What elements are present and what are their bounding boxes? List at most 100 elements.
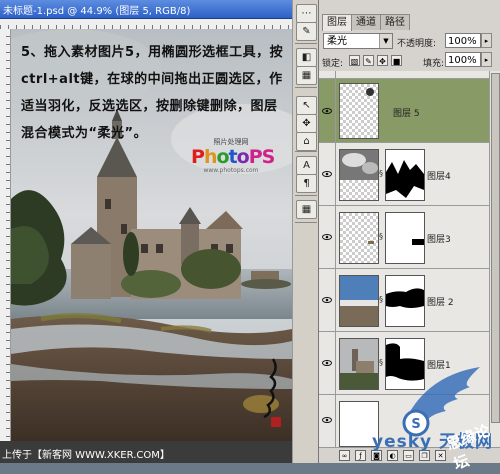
eye-icon — [322, 417, 332, 423]
layer5-thumbnail-art — [366, 88, 374, 96]
stamp-icon[interactable]: ⌂ — [296, 132, 317, 151]
opacity-label: 不透明度: — [397, 39, 437, 49]
link-icon: § — [379, 358, 383, 367]
tutorial-instruction-text: 5、拖入素材图片5，用椭圆形选框工具，按ctrl+alt键，在球的中间拖出正圆选… — [21, 45, 284, 141]
layer-mask[interactable] — [385, 338, 425, 390]
layer-row-layer2[interactable]: § 图层 2 — [319, 269, 489, 332]
tool-divider — [295, 43, 317, 44]
layer-thumbnail — [339, 212, 379, 264]
visibility-toggle[interactable] — [319, 269, 336, 331]
text-icon[interactable]: A — [296, 156, 317, 175]
layer-list-scrollbar[interactable] — [489, 71, 500, 447]
layer-name[interactable]: 图层3 — [427, 232, 451, 245]
layer3-mask-art — [412, 239, 424, 245]
blend-mode-select[interactable]: 柔光 ▼ — [323, 33, 393, 49]
photops-logo: 照片处理网 PhotoPS www.photops.com — [191, 137, 275, 174]
link-icon: § — [379, 232, 383, 241]
eye-icon — [322, 171, 332, 177]
eye-icon — [322, 108, 332, 114]
document-canvas[interactable]: 5、拖入素材图片5，用椭圆形选框工具，按ctrl+alt键，在球的中间拖出正圆选… — [11, 29, 292, 441]
paragraph-icon[interactable]: ¶ — [296, 174, 317, 193]
arrow-icon[interactable]: ↖ — [296, 96, 317, 115]
layer-name[interactable]: 图层 2 — [427, 295, 454, 308]
visibility-toggle[interactable] — [319, 206, 336, 268]
lock-transparency-icon[interactable]: ▧ — [349, 55, 360, 66]
new-group-icon[interactable]: ▭ — [403, 450, 414, 461]
layer3-thumbnail-art — [368, 241, 374, 244]
layer-mask[interactable] — [385, 212, 425, 264]
visibility-toggle[interactable] — [319, 332, 336, 394]
layer-name[interactable]: 图层1 — [427, 358, 451, 371]
trash-icon[interactable]: ✕ — [435, 450, 446, 461]
layer-row-layer4[interactable]: § 图层4 — [319, 143, 489, 206]
layer-thumbnail — [339, 401, 379, 447]
layer-row[interactable] — [319, 71, 489, 79]
tool-divider — [295, 195, 317, 196]
lock-all-icon[interactable]: ■ — [391, 55, 402, 66]
fill-arrow-icon[interactable]: ▸ — [481, 52, 492, 67]
new-layer-icon[interactable]: ❐ — [419, 450, 430, 461]
tab-layers[interactable]: 图层 — [322, 14, 352, 31]
brand-url: www.photops.com — [203, 167, 259, 174]
layer-mask[interactable] — [385, 275, 425, 327]
tab-paths[interactable]: 路径 — [380, 14, 410, 30]
layer-thumbnail — [339, 83, 379, 139]
history-brush-icon[interactable]: ✎ — [296, 22, 317, 41]
vertical-ruler — [0, 29, 11, 441]
eye-icon — [322, 234, 332, 240]
link-layers-icon[interactable]: ∞ — [339, 450, 350, 461]
layer-list: 图层 5 § 图层4 § 图层3 § 图层 2 § 图层1 — [319, 71, 489, 447]
color-swatch-icon[interactable]: ◧ — [296, 48, 317, 67]
tool-divider — [295, 151, 317, 152]
visibility-toggle[interactable] — [319, 395, 336, 447]
layer-style-icon[interactable]: ƒ — [355, 450, 366, 461]
visibility-toggle[interactable] — [319, 71, 336, 78]
document-title: 未标题-1.psd @ 44.9% (图层 5, RGB/8) — [3, 6, 191, 17]
layer-thumbnail — [339, 275, 379, 327]
layer1-thumbnail-art — [340, 339, 378, 389]
layer-row-layer3[interactable]: § 图层3 — [319, 206, 489, 269]
chevron-down-icon: ▼ — [379, 34, 392, 48]
layer-row-layer5[interactable]: 图层 5 — [319, 79, 489, 143]
tool-divider — [295, 87, 317, 88]
lock-pixels-icon[interactable]: ✎ — [363, 55, 374, 66]
link-icon: § — [379, 169, 383, 178]
opacity-input[interactable]: 100% — [445, 33, 481, 48]
layers-panel: 图层 通道 路径 柔光 ▼ 不透明度: 100% ▸ 锁定: ▧ ✎ ✥ ■ 填… — [318, 0, 500, 463]
layer4-thumbnail-art — [340, 150, 378, 180]
upload-credit-text: 上传于【新客网 WWW.XKER.COM】 — [2, 450, 170, 461]
layer-row-background[interactable] — [319, 395, 489, 447]
eye-icon — [322, 297, 332, 303]
layer4-mask-art — [386, 160, 424, 198]
layer1-mask-art — [386, 343, 424, 381]
layers-panel-footer: ∞ ƒ ◙ ◐ ▭ ❐ ✕ — [319, 447, 500, 463]
layer-name[interactable]: 图层4 — [427, 169, 451, 182]
document-title-bar[interactable]: 未标题-1.psd @ 44.9% (图层 5, RGB/8) — [0, 0, 292, 19]
layer-row-layer1[interactable]: § 图层1 — [319, 332, 489, 395]
adjustment-layer-icon[interactable]: ◐ — [387, 450, 398, 461]
swatches-icon[interactable]: ▦ — [296, 66, 317, 85]
visibility-toggle[interactable] — [319, 79, 336, 142]
eye-icon — [322, 360, 332, 366]
move-icon[interactable]: ✥ — [296, 114, 317, 133]
tool-palette: ⋯ ✎ ◧ ▦ ↖ ✥ ⌂ A ¶ ▦ — [292, 0, 320, 463]
grid-icon[interactable]: ▦ — [296, 200, 317, 219]
visibility-toggle[interactable] — [319, 143, 336, 205]
layer-thumbnail — [339, 149, 379, 201]
scrollbar-thumb[interactable] — [491, 73, 500, 423]
fill-input[interactable]: 100% — [445, 52, 481, 67]
link-icon: § — [379, 295, 383, 304]
tab-channels[interactable]: 通道 — [351, 14, 381, 30]
layer-thumbnail — [339, 338, 379, 390]
blend-mode-value: 柔光 — [327, 36, 347, 47]
fill-label: 填充: — [423, 59, 445, 69]
add-mask-icon[interactable]: ◙ — [371, 450, 382, 461]
layer2-thumbnail-art — [340, 276, 378, 326]
tool-divider — [295, 222, 317, 223]
brand-logo-text: PhotoPS — [191, 146, 275, 168]
lock-position-icon[interactable]: ✥ — [377, 55, 388, 66]
path-icon[interactable]: ⋯ — [296, 4, 317, 23]
opacity-arrow-icon[interactable]: ▸ — [481, 33, 492, 48]
layer-name[interactable]: 图层 5 — [393, 106, 420, 119]
layer-mask[interactable] — [385, 149, 425, 201]
